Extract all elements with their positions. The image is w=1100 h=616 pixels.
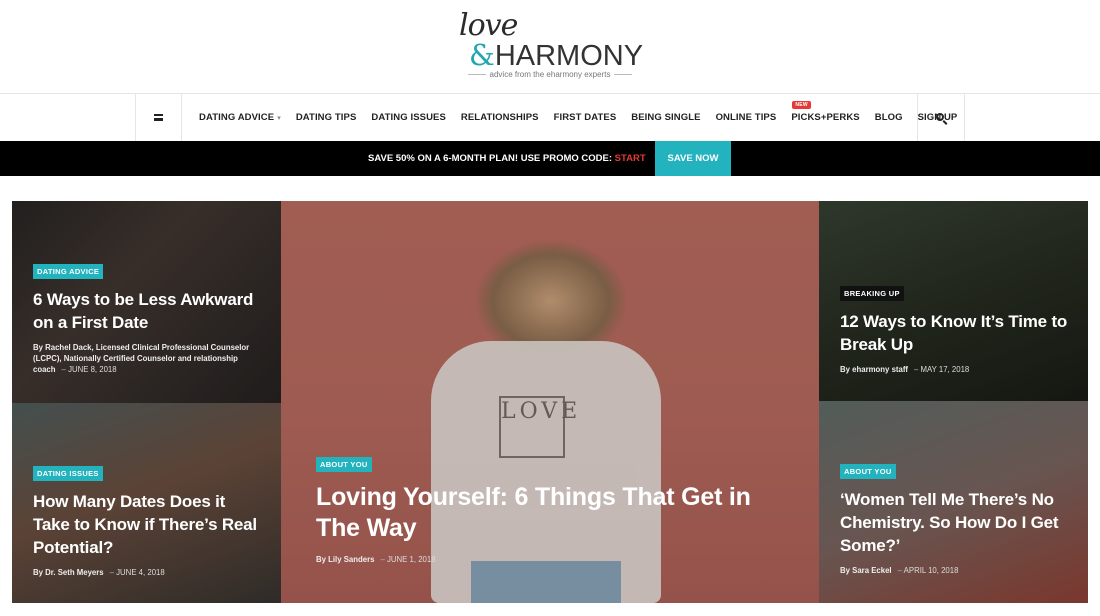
logo-harmony-text: &HARMONY [469,38,643,73]
nav-item-picks-perks[interactable]: NEW PICKS+PERKS [791,101,860,123]
category-badge[interactable]: DATING ISSUES [33,466,103,481]
nav-item-dating-advice[interactable]: DATING ADVICE ▾ [199,112,281,123]
article-date: JUNE 8, 2018 [62,365,117,374]
logo-ampersand: & [469,38,495,72]
nav-item-being-single[interactable]: BEING SINGLE [631,112,700,123]
site-logo[interactable]: love &HARMONY advice from the eharmony e… [455,8,645,84]
article-author[interactable]: By Lily Sanders [316,555,375,564]
article-meta: By Lily Sanders JUNE 1, 2018 [316,554,789,565]
article-author[interactable]: By Dr. Seth Meyers [33,568,104,577]
nav-item-label: PICKS+PERKS [791,112,860,123]
new-badge: NEW [792,101,811,109]
article-author[interactable]: By Sara Eckel [840,566,892,575]
menu-button[interactable] [135,94,182,141]
promo-code: START [614,153,646,164]
article-title[interactable]: ‘Women Tell Me There’s No Chemistry. So … [840,488,1070,557]
nav-item-dating-tips[interactable]: DATING TIPS [296,112,357,123]
article-card-awkward-first-date[interactable]: DATING ADVICE 6 Ways to be Less Awkward … [12,201,281,403]
card-content: DATING ADVICE 6 Ways to be Less Awkward … [33,261,263,375]
category-badge[interactable]: DATING ADVICE [33,264,104,279]
nav-item-relationships[interactable]: RELATIONSHIPS [461,112,539,123]
site-header: love &HARMONY advice from the eharmony e… [0,0,1100,93]
logo-tagline: advice from the eharmony experts [461,70,639,79]
chevron-down-icon: ▾ [277,115,281,122]
main-nav: DATING ADVICE ▾ DATING TIPS DATING ISSUES… [0,93,1100,141]
promo-bar: SAVE 50% ON A 6-MONTH PLAN! USE PROMO CO… [0,141,1100,176]
article-card-no-chemistry[interactable]: ABOUT YOU ‘Women Tell Me There’s No Chem… [819,401,1088,603]
card-content: DATING ISSUES How Many Dates Does it Tak… [33,463,263,578]
logo-harmony-word: HARMONY [494,40,644,72]
promo-text: SAVE 50% ON A 6-MONTH PLAN! USE PROMO CO… [368,141,646,176]
category-badge[interactable]: ABOUT YOU [840,464,896,479]
article-meta: By Rachel Dack, Licensed Clinical Profes… [33,342,263,375]
article-title[interactable]: Loving Yourself: 6 Things That Get in Th… [316,482,789,544]
nav-item-first-dates[interactable]: FIRST DATES [554,112,617,123]
article-date: APRIL 10, 2018 [898,566,959,575]
nav-item-dating-issues[interactable]: DATING ISSUES [371,112,446,123]
article-card-break-up[interactable]: BREAKING UP 12 Ways to Know It’s Time to… [819,201,1088,401]
article-title[interactable]: How Many Dates Does it Take to Know if T… [33,490,263,559]
article-card-loving-yourself[interactable]: LOVE ABOUT YOU Loving Yourself: 6 Things… [281,201,819,603]
hamburger-icon [154,114,163,121]
article-card-how-many-dates[interactable]: DATING ISSUES How Many Dates Does it Tak… [12,403,281,603]
article-author[interactable]: By eharmony staff [840,365,908,374]
card-content: BREAKING UP 12 Ways to Know It’s Time to… [840,283,1070,375]
article-meta: By Dr. Seth Meyers JUNE 4, 2018 [33,567,263,578]
article-date: MAY 17, 2018 [914,365,969,374]
card-content: ABOUT YOU Loving Yourself: 6 Things That… [316,454,789,565]
card-content: ABOUT YOU ‘Women Tell Me There’s No Chem… [840,461,1070,576]
article-date: JUNE 4, 2018 [110,568,165,577]
nav-items: DATING ADVICE ▾ DATING TIPS DATING ISSUES… [199,94,972,141]
article-title[interactable]: 6 Ways to be Less Awkward on a First Dat… [33,288,263,334]
save-now-button[interactable]: SAVE NOW [655,141,731,176]
category-badge[interactable]: ABOUT YOU [316,457,372,472]
article-title[interactable]: 12 Ways to Know It’s Time to Break Up [840,310,1070,356]
article-date: JUNE 1, 2018 [381,555,436,564]
logo-tagline-text: advice from the eharmony experts [489,70,611,79]
nav-item-blog[interactable]: BLOG [875,112,903,123]
nav-item-label: DATING ADVICE [199,112,275,123]
nav-item-online-tips[interactable]: ONLINE TIPS [716,112,777,123]
promo-message: SAVE 50% ON A 6-MONTH PLAN! USE PROMO CO… [368,153,615,164]
category-badge[interactable]: BREAKING UP [840,286,904,301]
article-meta: By Sara Eckel APRIL 10, 2018 [840,565,1070,576]
search-icon [936,112,944,121]
article-meta: By eharmony staff MAY 17, 2018 [840,364,1070,375]
search-button[interactable] [917,94,965,141]
